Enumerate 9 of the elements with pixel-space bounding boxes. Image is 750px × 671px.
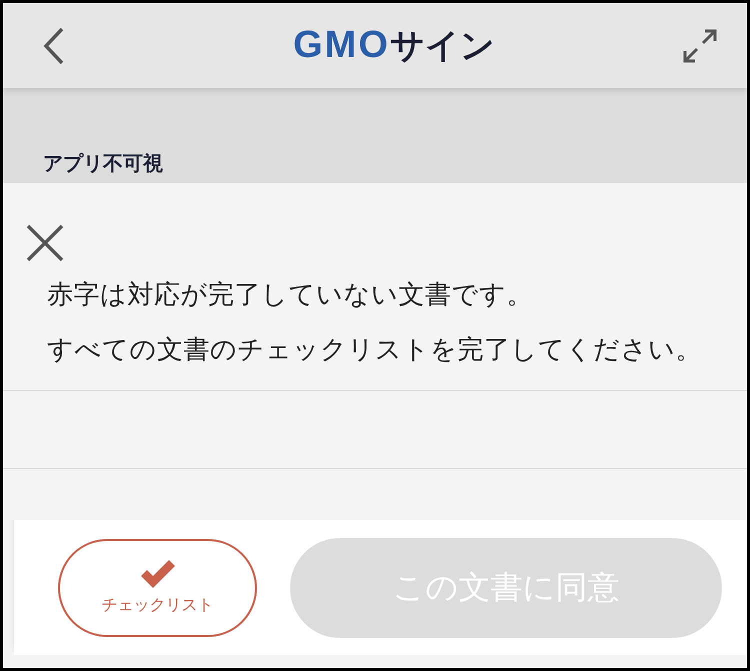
expand-icon[interactable]: [683, 28, 717, 62]
logo: GMOサイン: [293, 23, 495, 68]
notice-text: 赤字は対応が完了していない文書です。: [47, 279, 533, 312]
section-title: アプリ不可視: [43, 150, 163, 177]
checklist-button[interactable]: チェックリスト: [58, 538, 257, 636]
check-icon: [138, 559, 176, 589]
notice-text: すべての文書のチェックリストを完了してください。: [47, 334, 702, 367]
back-icon[interactable]: [43, 26, 65, 64]
close-icon[interactable]: [25, 223, 65, 263]
